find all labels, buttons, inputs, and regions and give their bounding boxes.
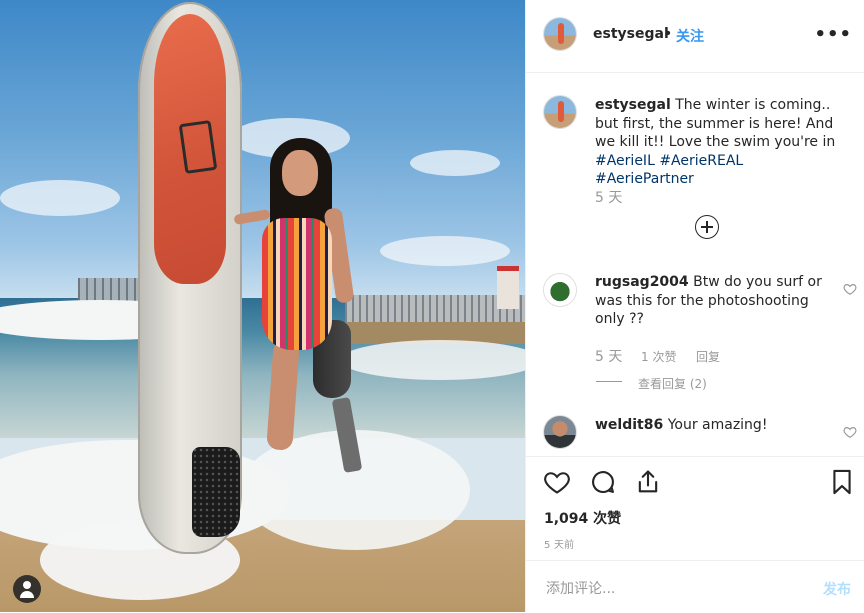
lifeguard-tower [497, 266, 519, 309]
comments-list[interactable]: estysegal The winter is coming.. but fir… [526, 73, 864, 456]
surfboard-deck [154, 14, 226, 284]
cloud [410, 150, 500, 176]
owner-username[interactable]: estysegal [593, 26, 669, 42]
comment: rugsag2004 Btw do you surf or was this f… [595, 273, 835, 329]
comment-username[interactable]: rugsag2004 [595, 274, 689, 290]
cloud [380, 236, 510, 266]
reply-button[interactable]: 回复 [696, 348, 720, 365]
add-comment-bar: 发布 [526, 560, 864, 613]
add-comment-input[interactable] [544, 576, 798, 602]
surfboard [138, 2, 242, 554]
caption-avatar[interactable] [544, 96, 576, 128]
owner-avatar[interactable] [544, 18, 576, 50]
like-comment-icon[interactable] [843, 282, 857, 296]
hashtag-link[interactable]: #AerieREAL [659, 153, 743, 169]
cloud [0, 180, 120, 216]
hashtag-link[interactable]: #AerieIL [595, 153, 655, 169]
surfboard-logo [178, 120, 218, 174]
post-comment-button[interactable]: 发布 [823, 579, 851, 599]
like-comment-icon[interactable] [843, 425, 857, 439]
comment-text: Your amazing! [667, 417, 768, 433]
commenter-avatar[interactable] [544, 274, 576, 306]
hashtag-link[interactable]: #AeriePartner [595, 171, 694, 187]
traction-pad [192, 447, 240, 537]
wave-foam [340, 340, 525, 380]
replies-divider [596, 381, 622, 382]
post-actions: 1,094 次赞 5 天前 [526, 456, 864, 561]
follow-button[interactable]: 关注 [676, 26, 704, 46]
load-more-comments-icon[interactable] [695, 215, 719, 239]
view-replies-button[interactable]: 查看回复 (2) [638, 375, 707, 392]
post-side-panel: estysegal • 关注 ••• estysegal The winter … [525, 0, 864, 612]
header-separator: • [664, 26, 673, 42]
comment: weldit86 Your amazing! [595, 416, 835, 435]
striped-swimsuit [262, 218, 332, 350]
caption-time[interactable]: 5 天 [595, 187, 622, 207]
person-face [282, 150, 318, 196]
comment-likes[interactable]: 1 次赞 [641, 348, 676, 365]
like-heart-icon[interactable] [543, 468, 571, 496]
comment-username[interactable]: weldit86 [595, 417, 663, 433]
save-bookmark-icon[interactable] [828, 468, 856, 496]
caption: estysegal The winter is coming.. but fir… [595, 96, 840, 189]
caption-username[interactable]: estysegal [595, 97, 671, 113]
more-options-icon[interactable]: ••• [814, 24, 852, 45]
share-icon[interactable] [634, 468, 662, 496]
comment-time[interactable]: 5 天 [595, 346, 622, 366]
instagram-post-view: estysegal • 关注 ••• estysegal The winter … [0, 0, 864, 612]
post-header: estysegal • 关注 ••• [526, 0, 864, 73]
commenter-avatar[interactable] [544, 416, 576, 448]
post-timestamp[interactable]: 5 天前 [544, 536, 574, 551]
post-photo[interactable] [0, 0, 525, 612]
tagged-user-icon[interactable] [13, 575, 41, 603]
comment-bubble-icon[interactable] [589, 468, 617, 496]
likes-count[interactable]: 1,094 次赞 [544, 508, 621, 528]
